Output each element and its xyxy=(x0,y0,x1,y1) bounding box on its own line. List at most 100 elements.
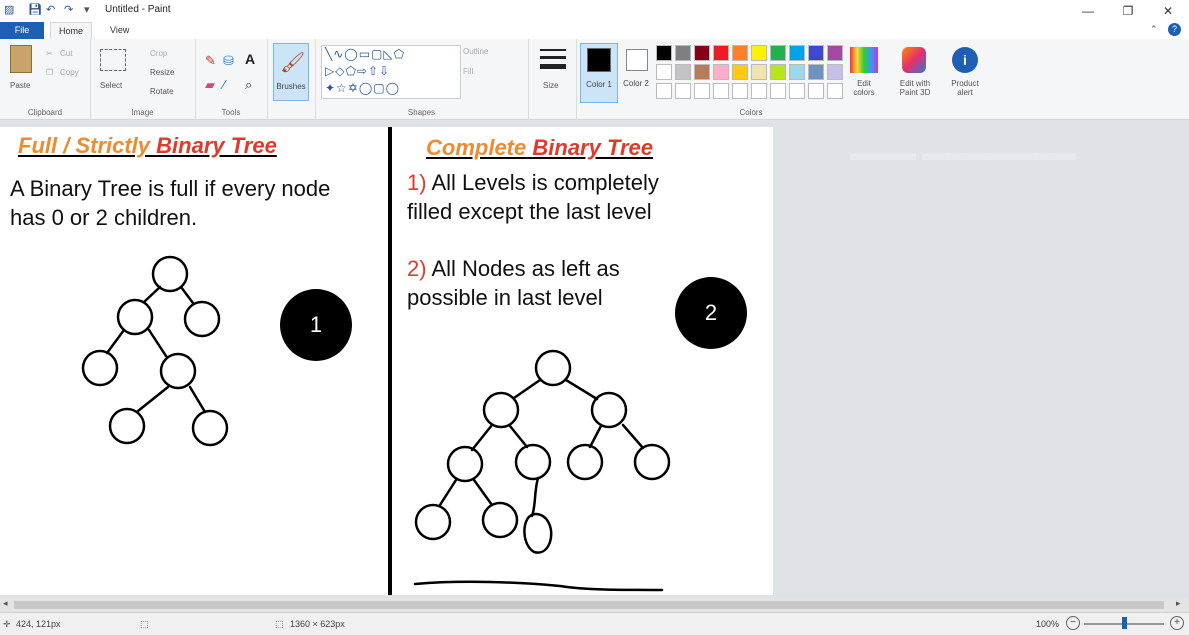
redo-icon[interactable]: ↷ xyxy=(64,3,73,16)
color2-label: Color 2 xyxy=(623,79,649,88)
palette-swatch-empty[interactable] xyxy=(789,83,805,99)
rotate-button[interactable]: Rotate xyxy=(150,87,174,96)
palette-swatch[interactable] xyxy=(827,64,843,80)
restore-button[interactable]: ❐ xyxy=(1108,1,1148,21)
palette-swatch[interactable] xyxy=(827,45,843,61)
palette-swatch-empty[interactable] xyxy=(770,83,786,99)
palette-swatch[interactable] xyxy=(789,64,805,80)
select-icon[interactable] xyxy=(100,49,126,71)
palette-swatch[interactable] xyxy=(770,64,786,80)
palette-swatch-empty[interactable] xyxy=(732,83,748,99)
palette-swatch[interactable] xyxy=(694,45,710,61)
cursor-position-icon: ✛ xyxy=(3,619,11,629)
fill-button[interactable]: Fill xyxy=(463,67,473,76)
color1-swatch xyxy=(587,48,611,72)
palette-swatch[interactable] xyxy=(751,45,767,61)
left-description-line1: A Binary Tree is full if every node xyxy=(10,176,331,201)
eraser-icon[interactable]: ▰ xyxy=(205,77,215,93)
outline-button[interactable]: Outline xyxy=(463,47,488,56)
palette-swatch[interactable] xyxy=(751,64,767,80)
size-line-3 xyxy=(540,64,566,69)
minimize-button[interactable]: — xyxy=(1068,1,1108,21)
tab-file[interactable]: File xyxy=(0,22,44,39)
product-alert-button[interactable]: Product alert xyxy=(943,79,987,97)
magnifier-icon[interactable]: ⌕ xyxy=(245,77,252,93)
select-button[interactable]: Select xyxy=(100,81,122,90)
palette-swatch-empty[interactable] xyxy=(656,83,672,99)
palette-swatch[interactable] xyxy=(732,64,748,80)
color1-button[interactable]: Color 1 xyxy=(580,43,618,103)
right-heading-part2: Binary Tree xyxy=(532,135,654,160)
horizontal-scrollbar[interactable]: ◂ ▸ xyxy=(0,598,1189,612)
close-button[interactable]: ✕ xyxy=(1148,1,1188,21)
zoom-in-button[interactable]: + xyxy=(1170,616,1184,630)
size-line-1 xyxy=(540,49,566,51)
palette-swatch-empty[interactable] xyxy=(751,83,767,99)
palette-swatch-empty[interactable] xyxy=(713,83,729,99)
paint3d-icon[interactable] xyxy=(902,47,926,73)
edit-with-paint3d-button[interactable]: Edit with Paint 3D xyxy=(890,79,940,97)
paste-icon[interactable] xyxy=(10,45,32,73)
fill-icon[interactable]: ⛁ xyxy=(223,53,234,69)
ghost-heading: ▬▬▬ ▬▬▬▬▬▬▬ xyxy=(850,140,1077,165)
edit-colors-button[interactable]: Edit colors xyxy=(846,79,882,97)
palette-swatch[interactable] xyxy=(770,45,786,61)
brushes-label: Brushes xyxy=(276,82,306,91)
palette-swatch[interactable] xyxy=(713,45,729,61)
edit-colors-icon[interactable] xyxy=(850,47,878,73)
resize-button[interactable]: Resize xyxy=(150,68,174,77)
cursor-position: 424, 121px xyxy=(16,619,61,629)
palette-swatch[interactable] xyxy=(675,45,691,61)
canvas-size: 1360 × 623px xyxy=(290,619,345,629)
ribbon-tabs: File Home View ⌃ ? xyxy=(0,22,1189,40)
palette-swatch[interactable] xyxy=(732,45,748,61)
palette-swatch-empty[interactable] xyxy=(675,83,691,99)
scrollbar-thumb[interactable] xyxy=(14,601,1164,609)
badge-1: 1 xyxy=(280,289,352,361)
zoom-slider-thumb[interactable] xyxy=(1122,617,1127,629)
palette-swatch[interactable] xyxy=(656,64,672,80)
palette-swatch[interactable] xyxy=(808,45,824,61)
palette-swatch[interactable] xyxy=(713,64,729,80)
palette-swatch[interactable] xyxy=(675,64,691,80)
cut-button[interactable]: Cut xyxy=(60,49,72,58)
zoom-out-button[interactable]: − xyxy=(1066,616,1080,630)
colors-label: Colors xyxy=(739,108,763,117)
palette-swatch[interactable] xyxy=(694,64,710,80)
save-icon[interactable]: 💾︎ xyxy=(28,3,42,16)
palette-swatch[interactable] xyxy=(808,64,824,80)
palette-swatch-empty[interactable] xyxy=(808,83,824,99)
clipboard-group: Paste Cut Copy ✂ ❐ Clipboard xyxy=(0,39,91,119)
zoom-level: 100% xyxy=(1036,619,1060,629)
tab-view[interactable]: View xyxy=(102,22,137,39)
color-palette xyxy=(656,45,846,105)
palette-swatch-empty[interactable] xyxy=(694,83,710,99)
collapse-ribbon-icon[interactable]: ⌃ xyxy=(1150,24,1158,35)
canvas-size-icon: ⬚ xyxy=(275,619,284,629)
text-icon[interactable]: A xyxy=(245,51,255,67)
pencil-icon[interactable]: ✎ xyxy=(205,53,216,69)
crop-button[interactable]: Crop xyxy=(150,49,167,58)
scroll-right-icon[interactable]: ▸ xyxy=(1176,598,1181,609)
undo-icon[interactable]: ↶ xyxy=(46,3,55,16)
help-icon[interactable]: ? xyxy=(1168,23,1181,36)
scroll-left-icon[interactable]: ◂ xyxy=(3,598,8,609)
point2-line2: possible in last level xyxy=(407,285,603,310)
copy-button[interactable]: Copy xyxy=(60,68,79,77)
color-picker-icon[interactable]: ⁄ xyxy=(223,77,225,92)
size-group: Size xyxy=(528,39,577,119)
shapes-group: ╲∿◯▭▢◺⬠ ▷◇⬠⇨⇧⇩ ✦☆✡◯▢◯ Outline Fill Shapes xyxy=(315,39,529,119)
palette-swatch-empty[interactable] xyxy=(827,83,843,99)
shapes-gallery[interactable]: ╲∿◯▭▢◺⬠ ▷◇⬠⇨⇧⇩ ✦☆✡◯▢◯ xyxy=(321,45,461,99)
product-alert-icon[interactable]: i xyxy=(952,47,978,73)
point1-number: 1) xyxy=(407,170,427,195)
brushes-button[interactable]: 🖌︎ Brushes xyxy=(273,43,309,101)
palette-swatch[interactable] xyxy=(656,45,672,61)
color2-button[interactable]: Color 2 xyxy=(620,43,652,101)
customize-quick-access-icon[interactable]: ▾ xyxy=(84,3,90,16)
image-group: Select Crop Resize Rotate Image xyxy=(90,39,196,119)
tab-home[interactable]: Home xyxy=(50,22,93,40)
paste-button[interactable]: Paste xyxy=(10,81,30,90)
palette-swatch[interactable] xyxy=(789,45,805,61)
size-button[interactable]: Size xyxy=(543,81,559,90)
